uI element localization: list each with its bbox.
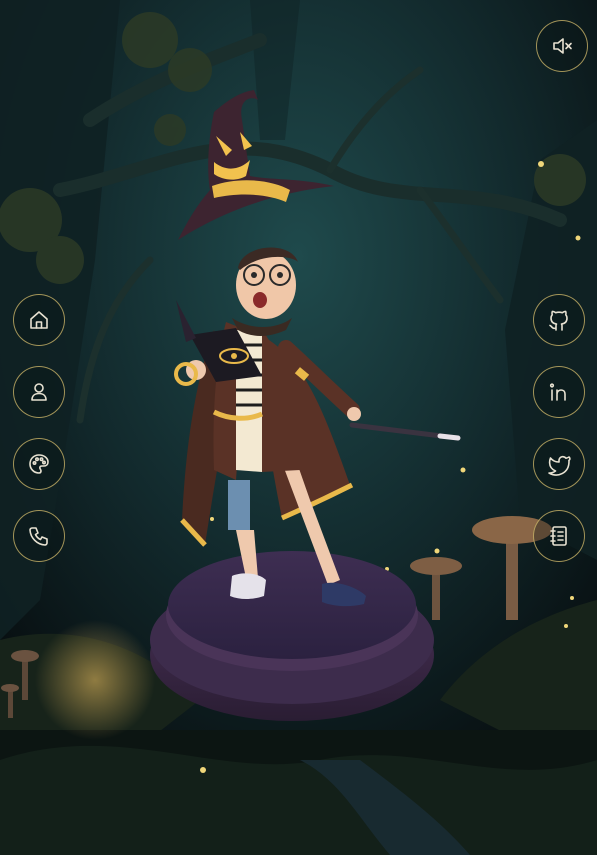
palette-icon (27, 452, 51, 476)
twitter-link-button[interactable] (533, 438, 585, 490)
github-link-button[interactable] (533, 294, 585, 346)
speaker-muted-icon (550, 34, 574, 58)
nav-home-button[interactable] (13, 294, 65, 346)
user-icon (27, 380, 51, 404)
notebook-icon (547, 524, 571, 548)
linkedin-link-button[interactable] (533, 366, 585, 418)
twitter-icon (547, 452, 571, 476)
home-icon (27, 308, 51, 332)
phone-icon (27, 524, 51, 548)
forest-scene-background (0, 0, 597, 855)
nav-contact-button[interactable] (13, 510, 65, 562)
github-icon (547, 308, 571, 332)
sound-toggle-button[interactable] (536, 20, 588, 72)
nav-projects-button[interactable] (13, 438, 65, 490)
linkedin-icon (547, 380, 571, 404)
notebook-link-button[interactable] (533, 510, 585, 562)
wizard-character-illustration (0, 0, 597, 855)
nav-about-button[interactable] (13, 366, 65, 418)
